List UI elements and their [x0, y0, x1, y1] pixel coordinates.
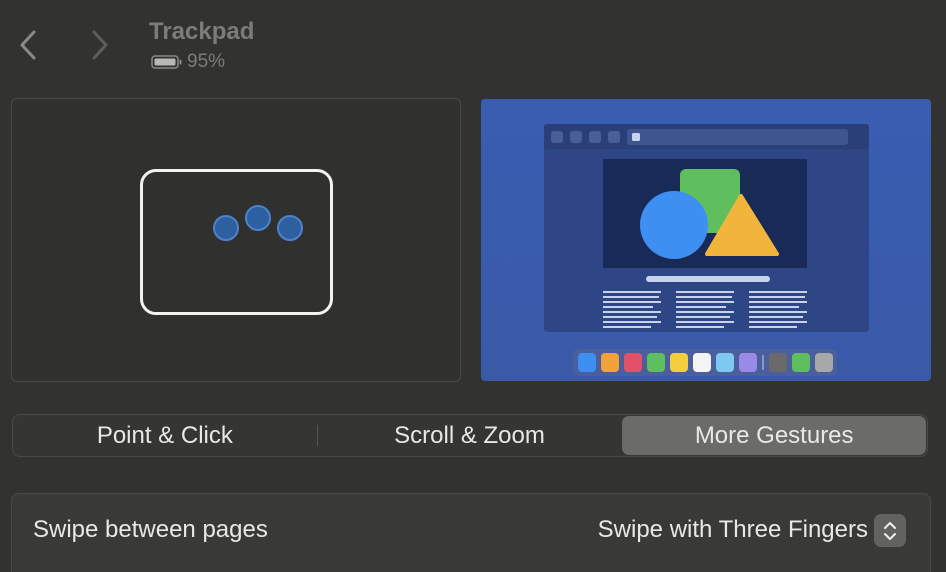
trackpad-outline [140, 169, 333, 315]
finger-dot [245, 205, 271, 231]
tab-more-gestures[interactable]: More Gestures [622, 416, 927, 455]
battery-percent: 95% [187, 51, 226, 72]
updown-chevron-icon [884, 521, 896, 540]
setting-value[interactable]: Swipe with Three Fingers [598, 516, 868, 544]
chevron-right-icon [92, 30, 108, 60]
forward-button[interactable] [85, 26, 115, 64]
swipe-pages-popup-button[interactable] [874, 514, 906, 547]
battery-icon [151, 55, 182, 69]
back-button[interactable] [13, 26, 43, 64]
gesture-tabs: Point & Click Scroll & Zoom More Gesture… [12, 414, 928, 457]
preview-illustration [544, 124, 869, 376]
page-title: Trackpad [149, 18, 255, 45]
chevron-left-icon [20, 30, 36, 60]
settings-list: Swipe between pages Swipe with Three Fin… [11, 493, 931, 572]
gesture-illustration [11, 98, 461, 382]
battery-status: 95% [151, 51, 225, 73]
tab-point-click[interactable]: Point & Click [13, 415, 317, 456]
finger-dot [213, 215, 239, 241]
finger-dot [277, 215, 303, 241]
tab-scroll-zoom[interactable]: Scroll & Zoom [318, 415, 622, 456]
setting-label: Swipe between pages [33, 516, 268, 543]
gesture-preview [481, 99, 931, 381]
